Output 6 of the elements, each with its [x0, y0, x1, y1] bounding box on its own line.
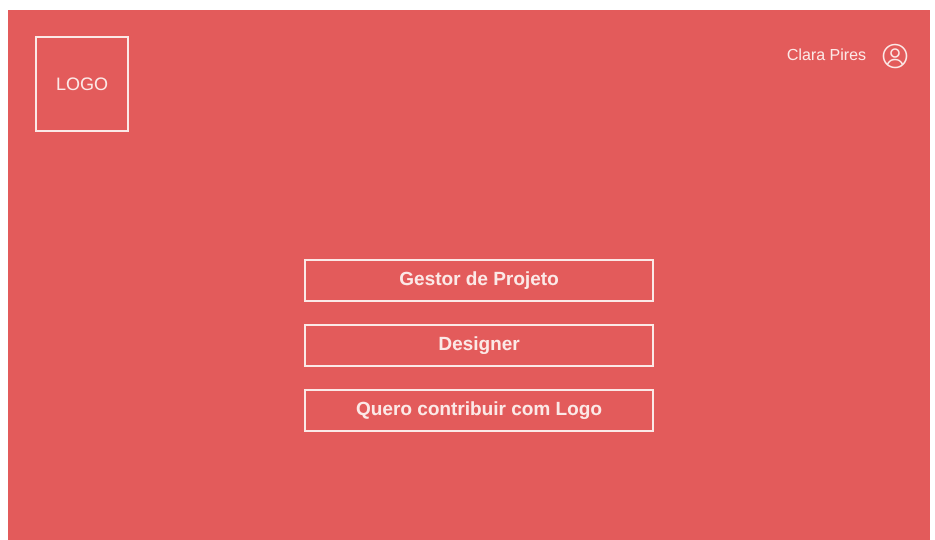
user-name: Clara Pires: [786, 46, 866, 66]
user-icon[interactable]: [882, 43, 908, 69]
role-option-button[interactable]: Gestor de Projeto: [304, 259, 654, 302]
role-option-button[interactable]: Designer: [304, 324, 654, 367]
role-option-button[interactable]: Quero contribuir com Logo: [304, 389, 654, 432]
logo-text: LOGO: [56, 72, 108, 96]
